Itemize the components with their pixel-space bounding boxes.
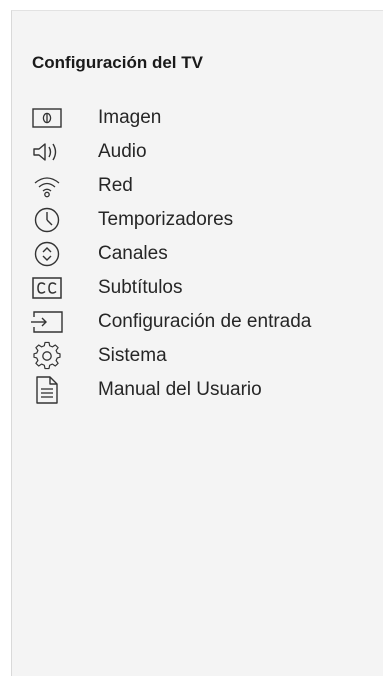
menu-item-sistema[interactable]: Sistema [30, 339, 380, 373]
menu-item-label: Sistema [98, 345, 167, 366]
menu-item-label: Audio [98, 141, 147, 162]
speaker-icon [30, 138, 64, 166]
menu-item-imagen[interactable]: Imagen [30, 101, 380, 135]
closed-caption-icon [30, 274, 64, 302]
menu-item-red[interactable]: Red [30, 169, 380, 203]
menu-item-configuracion-entrada[interactable]: Configuración de entrada [30, 305, 380, 339]
menu-item-label: Configuración de entrada [98, 311, 312, 332]
picture-icon [30, 104, 64, 132]
menu-item-label: Imagen [98, 107, 162, 128]
menu-item-label: Canales [98, 243, 168, 264]
menu-item-label: Red [98, 175, 133, 196]
document-icon [30, 376, 64, 404]
menu-item-temporizadores[interactable]: Temporizadores [30, 203, 380, 237]
clock-icon [30, 206, 64, 234]
wifi-icon [30, 172, 64, 200]
settings-menu: Imagen Audio Red Temporizadores Canales … [30, 101, 380, 407]
panel-title: Configuración del TV [32, 53, 203, 72]
settings-panel: Configuración del TV Imagen Audio Red Te… [11, 10, 383, 676]
menu-item-label: Temporizadores [98, 209, 234, 230]
menu-item-canales[interactable]: Canales [30, 237, 380, 271]
menu-item-subtitulos[interactable]: Subtítulos [30, 271, 380, 305]
menu-item-audio[interactable]: Audio [30, 135, 380, 169]
menu-item-manual-usuario[interactable]: Manual del Usuario [30, 373, 380, 407]
input-icon [30, 308, 64, 336]
channel-updown-icon [30, 240, 64, 268]
menu-item-label: Subtítulos [98, 277, 183, 298]
gear-icon [30, 341, 64, 370]
menu-item-label: Manual del Usuario [98, 379, 262, 400]
